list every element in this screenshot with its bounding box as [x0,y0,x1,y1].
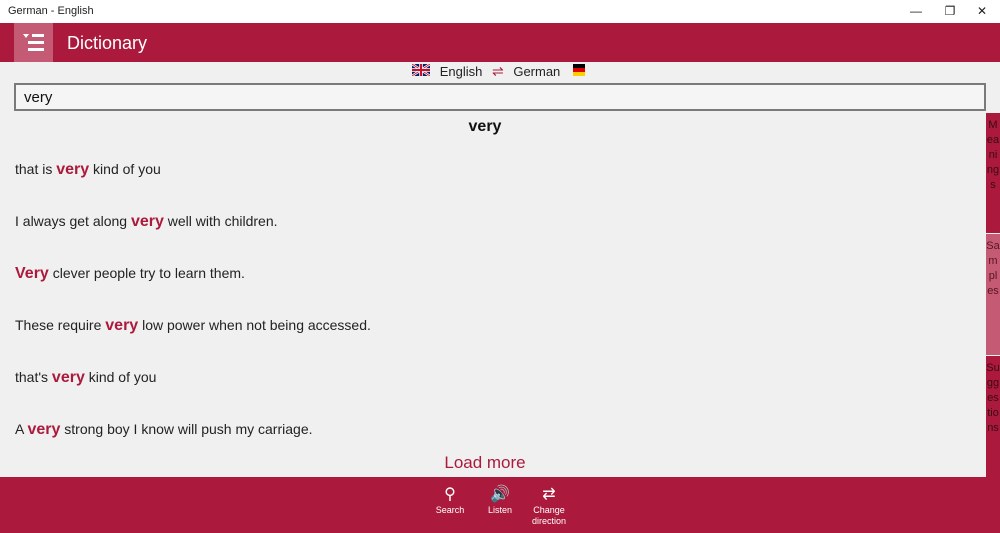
source-language: English [439,64,483,80]
tab-samples[interactable]: Samples [986,234,1000,355]
sample-sentence: that is very kind of you [15,161,161,178]
sample-sentence: that's very kind of you [15,369,157,386]
sample-sentence: I always get along very well with childr… [15,213,278,230]
german-flag-icon [570,64,588,79]
sample-sentence: These require very low power when not be… [15,317,371,334]
highlighted-word: Very [15,265,49,282]
sample-sentence: Very clever people try to learn them. [15,265,245,282]
swap-arrows-icon[interactable]: ⇌ [492,63,504,80]
tab-meanings[interactable]: Meanings [986,113,1000,233]
search-input[interactable] [14,83,986,111]
highlighted-word: very [27,421,61,438]
change-direction-button[interactable]: ⇄ Change direction [522,485,576,527]
sample-sentence: A very strong boy I know will push my ca… [15,421,313,438]
samples-panel: very that is very kind of you I always ge… [0,112,985,477]
target-language: German [513,64,561,80]
tab-suggestions[interactable]: Suggestions [986,356,1000,477]
search-icon: ⚲ [444,486,456,503]
hamburger-menu-button[interactable] [14,23,53,62]
search-button[interactable]: ⚲ Search [423,485,477,516]
listen-button[interactable]: 🔊 Listen [473,485,527,516]
highlighted-word: very [56,161,90,178]
uk-flag-icon [411,63,431,79]
language-direction[interactable]: English ⇌ German [0,63,1000,81]
window-title: German - English [8,5,94,17]
app-header: Dictionary [0,23,1000,62]
bottom-app-bar: ⚲ Search 🔊 Listen ⇄ Change direction [0,477,1000,533]
swap-arrows-icon: ⇄ [542,486,556,503]
load-more-button[interactable]: Load more [0,453,970,473]
page-title: Dictionary [67,33,148,53]
hamburger-menu-icon [23,34,29,38]
highlighted-word: very [130,213,164,230]
highlighted-word: very [105,317,139,334]
result-word: very [468,118,502,135]
title-bar: German - English — ❐ ✕ [0,0,1000,23]
close-button[interactable]: ✕ [962,0,1000,23]
highlighted-word: very [51,369,85,386]
speaker-icon: 🔊 [490,486,510,503]
